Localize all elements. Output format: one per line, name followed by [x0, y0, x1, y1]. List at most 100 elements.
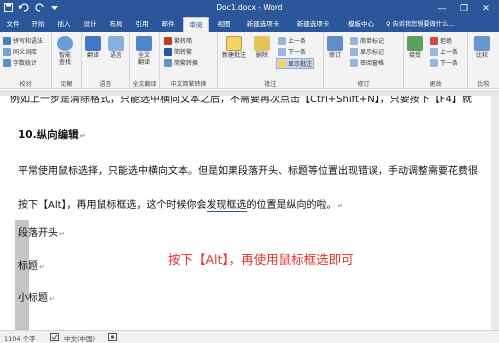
window-title: Doc1.docx - Word — [216, 3, 283, 12]
thesaurus-icon — [3, 47, 11, 56]
simple-markup-dropdown[interactable]: 简单标记 — [350, 36, 384, 45]
tab-new-1[interactable]: 新建选项卡 — [240, 17, 286, 32]
new-comment-icon — [226, 36, 242, 51]
group-label-compare: 比较 — [477, 81, 490, 88]
macro-icon[interactable] — [108, 333, 117, 343]
tab-review[interactable]: 审阅 — [183, 17, 209, 32]
annotation-hint: 按下【Alt】，再使用鼠标框选即可 — [168, 252, 354, 267]
simp-to-trad-icon — [164, 47, 172, 56]
reject-button[interactable]: 拒绝 — [430, 36, 452, 45]
previous-change-button[interactable]: 上一条 — [430, 47, 458, 56]
reviewing-pane-dropdown[interactable]: 审阅窗格 — [350, 58, 384, 67]
redo-icon[interactable] — [35, 3, 45, 15]
reviewing-pane-icon — [350, 58, 358, 67]
group-comments: 新建批注 删除 上一条 下一条 显示批注 批注 — [218, 32, 324, 89]
tab-design[interactable]: 设计 — [78, 17, 102, 32]
restore-button[interactable]: ❐ — [453, 1, 475, 16]
show-markup-icon — [350, 47, 358, 56]
new-comment-button[interactable]: 新建批注 — [222, 36, 246, 59]
word-count-icon — [3, 58, 11, 67]
vertical-scrollbar[interactable] — [491, 96, 499, 330]
accept-button[interactable]: 接受 — [407, 36, 423, 59]
undo-icon[interactable] — [19, 3, 29, 15]
group-tracking: 修订 简单标记 显示标记 审阅窗格 修订 — [324, 32, 404, 89]
smart-lookup-button[interactable]: 智能 查找 — [57, 36, 73, 66]
next-change-icon — [430, 58, 438, 67]
group-fulltext: 全文 翻译 全文翻译 — [130, 32, 160, 89]
tab-template-center[interactable]: 模板中心 — [340, 17, 382, 32]
trad-to-simp-button[interactable]: 繁转简 — [164, 36, 192, 45]
group-label-changes: 更改 — [429, 81, 442, 88]
minimize-button[interactable]: — — [431, 1, 453, 16]
track-changes-button[interactable]: 修订 — [327, 36, 343, 59]
group-label-proofing: 校对 — [19, 81, 32, 88]
trad-to-simp-icon — [164, 36, 172, 45]
previous-comment-icon — [278, 36, 286, 45]
tab-view[interactable]: 视图 — [212, 17, 236, 32]
translate-button[interactable]: 翻译 — [85, 36, 101, 59]
tab-new-2[interactable]: 新建选项卡 — [290, 17, 336, 32]
quick-access-toolbar — [4, 3, 58, 15]
customize-icon[interactable] — [51, 4, 58, 14]
document-translate-icon — [136, 36, 152, 51]
tell-me-search[interactable]: ♀ 告诉我您想要做什么... — [386, 17, 454, 32]
group-label-chinese: 中文简繁转换 — [170, 81, 207, 88]
language-button[interactable]: 语言 — [108, 36, 124, 59]
show-comments-button[interactable]: 显示批注 — [276, 58, 315, 69]
group-chinese-conversion: 繁转简 简转繁 简繁转换 中文简繁转换 — [160, 32, 218, 89]
group-language: 翻译 语言 语言 — [82, 32, 130, 89]
group-label-fulltext: 全文翻译 — [132, 81, 157, 88]
delete-comment-button[interactable]: 删除 — [254, 36, 270, 59]
compare-icon — [474, 36, 490, 51]
reject-icon — [430, 36, 438, 45]
doc-item-paragraph-start: 段落开头↵ — [18, 228, 65, 239]
group-label-comments: 批注 — [264, 81, 277, 88]
fulltext-translate-button[interactable]: 全文 翻译 — [136, 36, 152, 66]
smart-lookup-icon — [57, 36, 73, 51]
translate-icon — [85, 36, 101, 51]
document-page[interactable]: 例如上一步是清除格式，只能选中横向文本之后，不需要再次点击【Ctrl+Shift… — [0, 96, 499, 330]
grammar-underline: 发现框选 — [206, 200, 247, 212]
conversion-icon — [164, 58, 172, 67]
save-icon[interactable] — [4, 3, 13, 15]
group-label-insights: 见解 — [60, 81, 73, 88]
tab-layout[interactable]: 布局 — [104, 17, 128, 32]
doc-line-top: 例如上一步是清除格式，只能选中横向文本之后，不需要再次点击【Ctrl+Shift… — [10, 96, 472, 105]
thesaurus-button[interactable]: 同义词库 — [3, 47, 37, 56]
word-count-status[interactable]: 1104 个字 — [4, 333, 36, 343]
compare-button[interactable]: 比较 — [474, 36, 490, 59]
doc-heading: 10.纵向编辑↵ — [18, 129, 86, 141]
status-bar: 1104 个字 中文(中国) — [0, 330, 499, 343]
markup-icon — [350, 36, 358, 45]
accept-icon — [407, 36, 423, 51]
group-insights: 智能 查找 见解 — [52, 32, 82, 89]
ribbon-tab-bar: 文件 开始 插入 设计 布局 引用 邮件 审阅 视图 新建选项卡 新建选项卡 模… — [0, 17, 499, 32]
word-count-button[interactable]: 字数统计 — [3, 58, 37, 67]
previous-comment-button[interactable]: 上一条 — [278, 36, 306, 45]
tab-mailings[interactable]: 邮件 — [156, 17, 180, 32]
doc-paragraph-1: 平常使用鼠标选择，只能选中横向文本。但是如果段落开头、标题等位置出现错误，手动调… — [18, 166, 478, 177]
language-status[interactable]: 中文(中国) — [64, 333, 95, 343]
track-changes-icon — [327, 36, 343, 51]
previous-change-icon — [430, 47, 438, 56]
doc-paragraph-2: 按下【Alt】，再用鼠标框选，这个时候你会发现框选的位置是纵向的啦。↵ — [18, 200, 344, 212]
tab-references[interactable]: 引用 — [130, 17, 154, 32]
spelling-grammar-button[interactable]: 拼写和语法 — [3, 36, 43, 45]
simp-to-trad-button[interactable]: 简转繁 — [164, 47, 192, 56]
spelling-icon — [3, 36, 11, 45]
next-change-button[interactable]: 下一条 — [430, 58, 458, 67]
delete-comment-icon — [254, 36, 270, 51]
show-markup-dropdown[interactable]: 显示标记 — [350, 47, 384, 56]
group-changes: 接受 拒绝 上一条 下一条 更改 — [404, 32, 468, 89]
tab-file[interactable]: 文件 — [2, 17, 24, 32]
close-button[interactable]: ✕ — [475, 1, 497, 16]
show-comments-icon — [278, 59, 286, 68]
proofing-icon[interactable] — [50, 333, 59, 343]
chinese-conversion-button[interactable]: 简繁转换 — [164, 58, 198, 67]
doc-item-title: 标题↵ — [18, 261, 45, 272]
tab-home[interactable]: 开始 — [26, 17, 50, 32]
group-proofing: 拼写和语法 同义词库 字数统计 校对 — [0, 32, 52, 89]
tab-insert[interactable]: 插入 — [52, 17, 76, 32]
next-comment-icon — [278, 47, 286, 56]
next-comment-button[interactable]: 下一条 — [278, 47, 306, 56]
